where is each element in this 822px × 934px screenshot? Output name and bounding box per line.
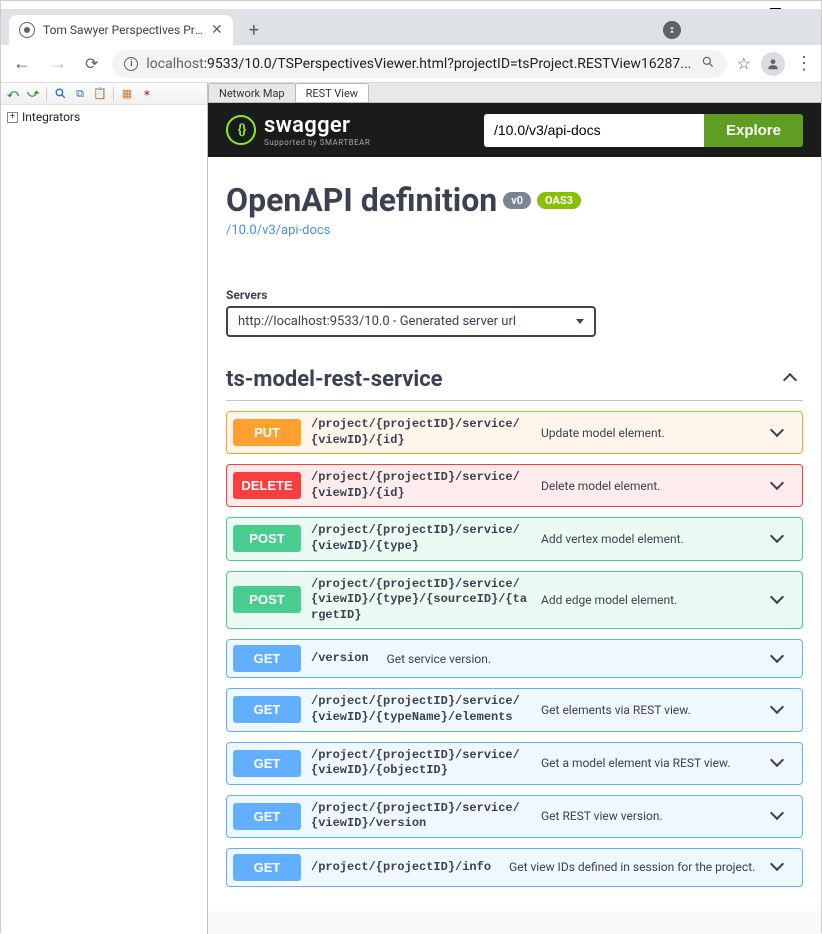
- operation-method-badge: GET: [233, 803, 301, 830]
- operation-path: /project/{projectID}/service/{viewID}/ve…: [311, 801, 531, 832]
- operation-row[interactable]: PUT/project/{projectID}/service/{viewID}…: [226, 411, 803, 454]
- site-info-icon[interactable]: i: [124, 57, 138, 71]
- operation-method-badge: POST: [233, 586, 301, 613]
- operations-list: PUT/project/{projectID}/service/{viewID}…: [226, 411, 803, 887]
- grid-icon[interactable]: ▦: [119, 86, 135, 102]
- globe-icon: [19, 22, 35, 38]
- swagger-brand-text: swagger: [264, 113, 350, 138]
- oas-badge: OAS3: [537, 192, 581, 209]
- bookmark-icon[interactable]: ☆: [737, 54, 751, 73]
- browser-tab[interactable]: Tom Sawyer Perspectives Preview ✕: [9, 15, 233, 45]
- operation-description: Get service version.: [387, 652, 762, 666]
- undo-icon[interactable]: ⤺: [5, 86, 21, 102]
- operation-row[interactable]: POST/project/{projectID}/service/{viewID…: [226, 517, 803, 560]
- browser-tab-title: Tom Sawyer Perspectives Preview: [43, 23, 203, 37]
- tab-close-icon[interactable]: ✕: [211, 22, 223, 38]
- chevron-down-icon[interactable]: [772, 701, 790, 719]
- operation-row[interactable]: GET/project/{projectID}/service/{viewID}…: [226, 742, 803, 785]
- chevron-down-icon[interactable]: [772, 424, 790, 442]
- swagger-brand-sub: Supported by SMARTBEAR: [264, 138, 370, 147]
- browser-menu-button[interactable]: ⋮: [795, 53, 813, 74]
- left-sidebar: ⤺ ⤻ ⧉ 📋 ▦ ✶ + Integrators: [1, 83, 208, 934]
- operation-method-badge: POST: [233, 525, 301, 552]
- chevron-down-icon[interactable]: [772, 754, 790, 772]
- copy-icon[interactable]: ⧉: [72, 86, 88, 102]
- address-bar[interactable]: i localhost:9533/10.0/TSPerspectivesView…: [112, 50, 726, 78]
- tab-rest-view[interactable]: REST View: [295, 83, 369, 102]
- chevron-down-icon[interactable]: [772, 858, 790, 876]
- reload-button[interactable]: ⟳: [81, 50, 102, 77]
- operation-row[interactable]: DELETE/project/{projectID}/service/{view…: [226, 464, 803, 507]
- view-tab-bar: Network Map REST View: [208, 83, 821, 103]
- paste-icon[interactable]: 📋: [92, 86, 108, 102]
- api-docs-link[interactable]: /10.0/v3/api-docs: [226, 223, 330, 238]
- operation-description: Update model element.: [541, 426, 762, 440]
- profile-avatar[interactable]: [761, 52, 785, 76]
- operation-path: /project/{projectID}/service/{viewID}/{i…: [311, 417, 531, 448]
- servers-dropdown[interactable]: http://localhost:9533/10.0 - Generated s…: [226, 306, 596, 337]
- tree-node-integrators[interactable]: + Integrators: [7, 109, 201, 125]
- operation-row[interactable]: POST/project/{projectID}/service/{viewID…: [226, 571, 803, 630]
- operation-method-badge: GET: [233, 750, 301, 777]
- operation-description: Get view IDs defined in session for the …: [509, 860, 762, 874]
- operation-method-badge: PUT: [233, 419, 301, 446]
- sidebar-toolbar: ⤺ ⤻ ⧉ 📋 ▦ ✶: [1, 83, 207, 105]
- chevron-down-icon[interactable]: [772, 591, 790, 609]
- tree-node-label: Integrators: [22, 110, 80, 124]
- tab-network-map[interactable]: Network Map: [208, 83, 296, 102]
- operation-path: /project/{projectID}/service/{viewID}/{t…: [311, 577, 531, 624]
- api-docs-url-input[interactable]: [484, 114, 704, 147]
- chevron-down-icon[interactable]: [772, 477, 790, 495]
- operation-method-badge: GET: [233, 854, 301, 881]
- search-icon[interactable]: [52, 86, 68, 102]
- operation-path: /project/{projectID}/service/{viewID}/{i…: [311, 470, 531, 501]
- search-in-page-icon[interactable]: [701, 54, 715, 73]
- url-text: localhost:9533/10.0/TSPerspectivesViewer…: [146, 56, 691, 72]
- chevron-up-icon[interactable]: [785, 371, 803, 389]
- operation-description: Delete model element.: [541, 479, 762, 493]
- operation-description: Get REST view version.: [541, 809, 762, 823]
- forward-button[interactable]: →: [45, 49, 71, 78]
- redo-icon[interactable]: ⤻: [25, 86, 41, 102]
- back-button[interactable]: ←: [9, 49, 35, 78]
- operation-row[interactable]: GET/project/{projectID}/info Get view IDs…: [226, 848, 803, 887]
- new-tab-button[interactable]: +: [243, 20, 265, 41]
- operation-path: /project/{projectID}/service/{viewID}/{o…: [311, 748, 531, 779]
- swagger-topbar: { } swagger Supported by SMARTBEAR Explo…: [208, 103, 821, 157]
- operation-description: Get a model element via REST view.: [541, 756, 762, 770]
- project-tree: + Integrators: [1, 105, 207, 129]
- operation-path: /project/{projectID}/info: [311, 860, 491, 876]
- operation-row[interactable]: GET/version Get service version.: [226, 639, 803, 678]
- servers-label: Servers: [226, 288, 803, 302]
- explore-button[interactable]: Explore: [704, 114, 803, 147]
- operation-method-badge: GET: [233, 645, 301, 672]
- operation-path: /version: [311, 651, 369, 667]
- browser-toolbar: ← → ⟳ i localhost:9533/10.0/TSPerspectiv…: [1, 45, 821, 83]
- chevron-down-icon[interactable]: [772, 650, 790, 668]
- operation-description: Get elements via REST view.: [541, 703, 762, 717]
- operation-path: /project/{projectID}/service/{viewID}/{t…: [311, 694, 531, 725]
- settings-icon[interactable]: ✶: [139, 86, 155, 102]
- browser-tab-strip: Tom Sawyer Perspectives Preview ✕ +: [1, 9, 821, 45]
- api-title: OpenAPI definition v0 OAS3: [226, 181, 803, 219]
- operation-method-badge: DELETE: [233, 472, 301, 499]
- expand-icon[interactable]: +: [7, 112, 18, 123]
- operation-path: /project/{projectID}/service/{viewID}/{t…: [311, 523, 531, 554]
- version-badge: v0: [503, 192, 531, 209]
- tag-name: ts-model-rest-service: [226, 367, 443, 392]
- tag-header[interactable]: ts-model-rest-service: [226, 367, 803, 401]
- operation-row[interactable]: GET/project/{projectID}/service/{viewID}…: [226, 795, 803, 838]
- operation-method-badge: GET: [233, 696, 301, 723]
- operation-description: Add vertex model element.: [541, 532, 762, 546]
- profile-indicator[interactable]: [663, 21, 681, 39]
- swagger-ui: { } swagger Supported by SMARTBEAR Explo…: [208, 103, 821, 934]
- swagger-brace-icon: { }: [226, 115, 256, 145]
- operation-description: Add edge model element.: [541, 593, 762, 607]
- swagger-logo: { } swagger Supported by SMARTBEAR: [226, 113, 370, 147]
- chevron-down-icon[interactable]: [772, 807, 790, 825]
- chevron-down-icon[interactable]: [772, 530, 790, 548]
- operation-row[interactable]: GET/project/{projectID}/service/{viewID}…: [226, 688, 803, 731]
